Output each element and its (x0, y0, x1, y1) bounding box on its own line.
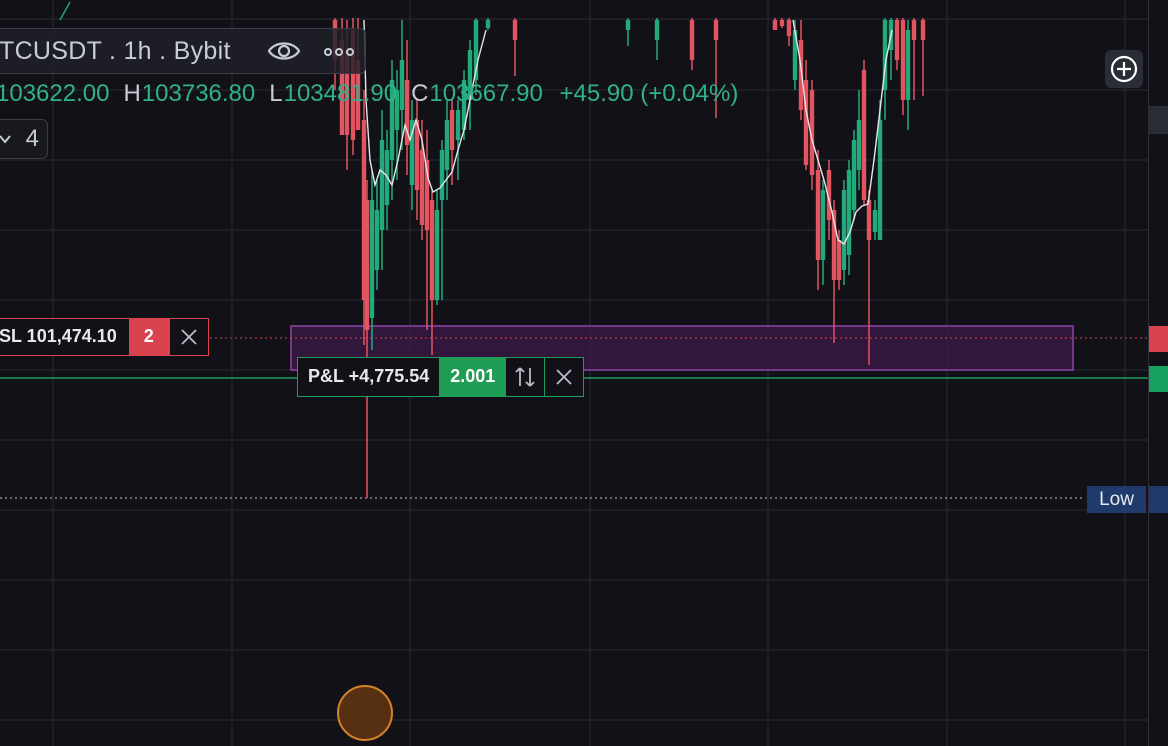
indicators-toggle[interactable]: 4 (0, 119, 48, 159)
candle-body (866, 200, 872, 240)
candle-body (369, 200, 375, 318)
indicators-count: 4 (25, 125, 39, 152)
candle-body (856, 120, 862, 170)
candle-body (444, 120, 450, 170)
candle-body (713, 20, 719, 40)
price-axis-marker (1149, 106, 1168, 134)
candle-body (872, 210, 878, 232)
candle-body (434, 210, 440, 300)
candle-body (779, 20, 785, 26)
symbol-title: TCUSDT . 1h . Bybit (0, 36, 231, 65)
eye-icon[interactable] (267, 38, 301, 64)
candle-body (485, 20, 491, 28)
open-value: 103622.00 (0, 80, 110, 107)
candle-body (429, 200, 435, 300)
pnl-label: P&L +4,775.54 (308, 366, 430, 386)
low-value: 103481.90 (283, 80, 398, 107)
close-icon[interactable] (168, 319, 208, 355)
add-button[interactable] (1105, 50, 1143, 88)
candle-body (364, 200, 370, 330)
candle-body (920, 20, 926, 40)
stop-loss-price-tag (1149, 326, 1168, 352)
candle-body (820, 190, 826, 260)
more-icon[interactable] (321, 37, 357, 67)
position-qty: 2.001 (439, 358, 507, 396)
chevron-down-icon (0, 135, 11, 144)
low-price-tag (1149, 486, 1168, 513)
candle-body (449, 110, 455, 150)
stop-loss-order[interactable]: SL 101,474.10 2 (0, 318, 209, 356)
stop-loss-qty: 2 (128, 319, 169, 355)
candle-body (689, 20, 695, 60)
close-label: C (411, 80, 429, 107)
candle-body (911, 20, 917, 40)
candle-body (905, 30, 911, 100)
stop-loss-label: SL 101,474.10 (0, 326, 117, 346)
candle-body (851, 140, 857, 210)
candle-body (815, 170, 821, 260)
candle-body (374, 210, 380, 270)
candle-body (846, 170, 852, 255)
close-icon[interactable] (545, 358, 583, 396)
candle-body (625, 20, 631, 30)
candle-body (894, 20, 900, 60)
high-value: 103736.80 (141, 80, 256, 107)
candle-body (841, 190, 847, 270)
candle-body (877, 120, 883, 240)
candle-body (455, 110, 461, 140)
high-label: H (123, 80, 141, 107)
candle-body (798, 40, 804, 110)
ohlc-legend: 103622.00 H103736.80 L103481.90 C103667.90 … (0, 80, 738, 108)
cursor-indicator (337, 685, 393, 741)
candle-body (836, 240, 842, 280)
candle-body (861, 70, 867, 200)
candle-body (419, 150, 425, 225)
candle-body (786, 20, 792, 36)
green-line-topleft (59, 1, 71, 21)
candle-body (772, 20, 778, 30)
close-value: 103667.90 (429, 80, 543, 107)
reverse-arrows-icon[interactable] (506, 358, 546, 396)
candle-body (654, 20, 660, 40)
low-price-label: Low (1087, 486, 1146, 513)
candle-body (439, 150, 445, 200)
low-label: L (269, 80, 283, 107)
entry-price-tag (1149, 366, 1168, 392)
candle-body (379, 140, 385, 230)
position-order[interactable]: P&L +4,775.54 2.001 (297, 357, 585, 397)
plus-circle-icon (1110, 55, 1138, 83)
candle-body (512, 20, 518, 40)
symbol-info-bar[interactable]: TCUSDT . 1h . Bybit (0, 28, 366, 74)
change-value: +45.90 (+0.04%) (559, 80, 739, 107)
candle-body (900, 20, 906, 100)
